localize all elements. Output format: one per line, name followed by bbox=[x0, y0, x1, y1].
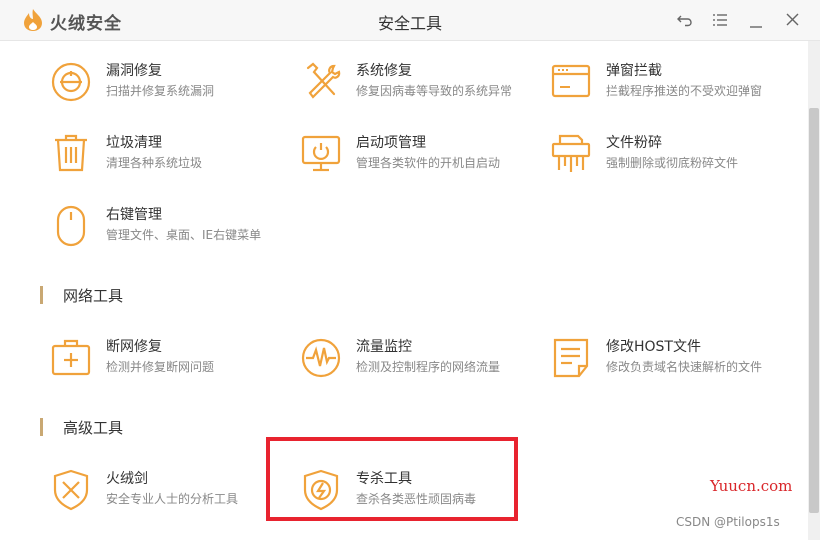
sword-shield-icon bbox=[50, 468, 92, 512]
section-network: 网络工具 bbox=[40, 286, 123, 305]
minimize-icon[interactable] bbox=[743, 8, 769, 32]
site-watermark: Yuucn.com bbox=[710, 477, 793, 495]
monitor-power-icon bbox=[300, 132, 342, 176]
shredder-icon bbox=[550, 132, 592, 176]
tool-title: 垃圾清理 bbox=[106, 135, 162, 151]
tool-title: 系统修复 bbox=[356, 63, 412, 79]
section-advanced: 高级工具 bbox=[40, 418, 123, 437]
highlight-box bbox=[266, 437, 518, 521]
section-title: 网络工具 bbox=[63, 287, 124, 305]
tool-traffic-monitor[interactable]: 流量监控 检测及控制程序的网络流量 bbox=[300, 336, 540, 392]
tool-desc: 清理各种系统垃圾 bbox=[106, 156, 203, 170]
medkit-icon bbox=[50, 336, 92, 380]
tool-title: 文件粉碎 bbox=[606, 135, 662, 151]
close-icon[interactable] bbox=[779, 8, 805, 32]
trash-icon bbox=[50, 132, 92, 176]
tool-title: 流量监控 bbox=[356, 339, 412, 355]
tool-title: 漏洞修复 bbox=[106, 63, 162, 79]
tool-network-repair[interactable]: 断网修复 检测并修复断网问题 bbox=[50, 336, 290, 392]
tool-popup-block[interactable]: 弹窗拦截 拦截程序推送的不受欢迎弹窗 bbox=[550, 60, 790, 116]
tool-desc: 修改负责域名快速解析的文件 bbox=[606, 360, 763, 374]
tool-desc: 检测并修复断网问题 bbox=[106, 360, 215, 374]
tool-title: 断网修复 bbox=[106, 339, 162, 355]
tool-huorong-sword[interactable]: 火绒剑 安全专业人士的分析工具 bbox=[50, 468, 290, 524]
menu-icon[interactable] bbox=[707, 8, 733, 32]
tool-system-repair[interactable]: 系统修复 修复因病毒等导致的系统异常 bbox=[300, 60, 540, 116]
tool-desc: 检测及控制程序的网络流量 bbox=[356, 360, 501, 374]
wrench-screwdriver-icon bbox=[300, 60, 342, 104]
tool-file-shredder[interactable]: 文件粉碎 强制删除或彻底粉碎文件 bbox=[550, 132, 790, 188]
back-arrow-icon[interactable] bbox=[672, 8, 698, 32]
tool-desc: 修复因病毒等导致的系统异常 bbox=[356, 84, 513, 98]
tool-desc: 拦截程序推送的不受欢迎弹窗 bbox=[606, 84, 763, 98]
popup-window-icon bbox=[550, 60, 592, 104]
tool-desc: 扫描并修复系统漏洞 bbox=[106, 84, 215, 98]
tool-right-click-manager[interactable]: 右键管理 管理文件、桌面、IE右键菜单 bbox=[50, 204, 290, 260]
tool-edit-hosts[interactable]: 修改HOST文件 修改负责域名快速解析的文件 bbox=[550, 336, 790, 392]
scrollbar-thumb[interactable] bbox=[809, 108, 819, 513]
tool-title: 右键管理 bbox=[106, 207, 162, 223]
tool-desc: 管理各类软件的开机自启动 bbox=[356, 156, 501, 170]
tool-title: 火绒剑 bbox=[106, 471, 148, 487]
title-bar: 火绒安全 安全工具 bbox=[0, 0, 820, 41]
vulnerability-icon bbox=[50, 60, 92, 104]
mouse-icon bbox=[50, 204, 92, 248]
tool-desc: 安全专业人士的分析工具 bbox=[106, 492, 239, 506]
section-title: 高级工具 bbox=[63, 419, 124, 437]
document-icon bbox=[550, 336, 592, 380]
pulse-icon bbox=[300, 336, 342, 380]
tool-startup-manager[interactable]: 启动项管理 管理各类软件的开机自启动 bbox=[300, 132, 540, 188]
tool-desc: 管理文件、桌面、IE右键菜单 bbox=[106, 228, 262, 242]
tool-title: 弹窗拦截 bbox=[606, 63, 662, 79]
author-watermark: CSDN @Ptilops1s bbox=[676, 515, 780, 529]
tool-title: 修改HOST文件 bbox=[606, 339, 701, 355]
tool-junk-clean[interactable]: 垃圾清理 清理各种系统垃圾 bbox=[50, 132, 290, 188]
tool-desc: 强制删除或彻底粉碎文件 bbox=[606, 156, 739, 170]
tool-title: 启动项管理 bbox=[356, 135, 426, 151]
tool-vulnerability-fix[interactable]: 漏洞修复 扫描并修复系统漏洞 bbox=[50, 60, 290, 116]
